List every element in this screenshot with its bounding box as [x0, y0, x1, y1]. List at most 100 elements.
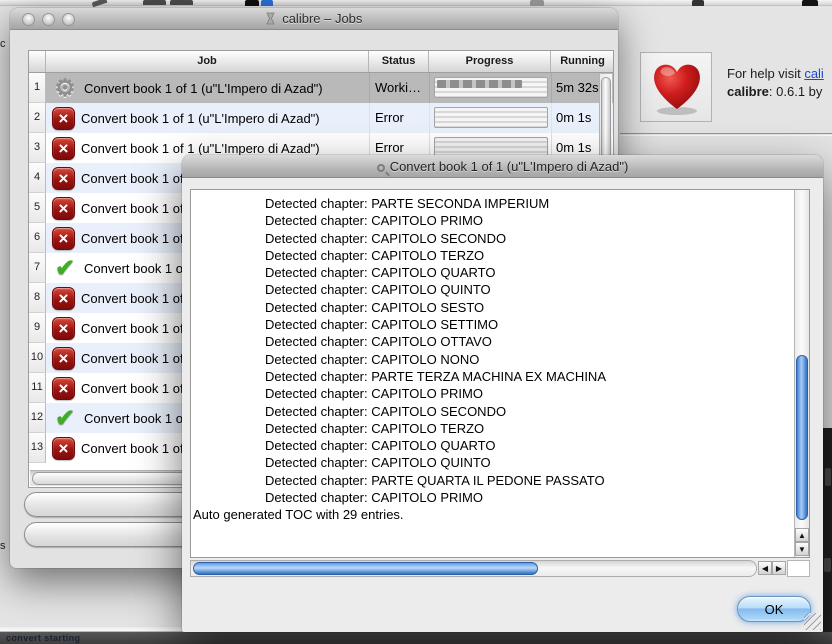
ok-button[interactable]: OK: [737, 596, 811, 622]
log-line: Detected chapter: CAPITOLO TERZO: [265, 420, 485, 436]
jobs-table-header: Job Status Progress Running: [29, 51, 613, 73]
log-line: Detected chapter: PARTE TERZA MACHINA EX…: [265, 368, 606, 384]
occluded-terminal-text: convert starting: [6, 633, 81, 643]
row-number: 1: [29, 73, 46, 103]
job-title-cell: Convert book 1 of 1 (u"L'Impero di Azad"…: [84, 80, 323, 96]
log-line: Detected chapter: CAPITOLO PRIMO: [265, 490, 483, 506]
success-icon: ✔: [54, 254, 76, 282]
success-icon: ✔: [54, 404, 76, 432]
log-line: Detected chapter: CAPITOLO PRIMO: [265, 386, 483, 402]
job-progress-cell: [429, 103, 551, 133]
occluded-text-fragment: s: [0, 540, 6, 552]
conversion-log-area[interactable]: Detected chapter: PARTE SECONDA IMPERIUM…: [190, 189, 810, 558]
job-progress-cell: [429, 73, 551, 103]
convert-log-dialog: Convert book 1 of 1 (u"L'Impero di Azad"…: [182, 155, 823, 632]
table-row[interactable]: 2 × Convert book 1 of 1 (u"L'Impero di A…: [29, 103, 613, 133]
error-icon: ×: [52, 346, 75, 370]
log-line: Detected chapter: CAPITOLO QUARTO: [265, 438, 496, 454]
log-line: Detected chapter: CAPITOLO SETTIMO: [265, 317, 499, 333]
resize-grip[interactable]: [804, 613, 821, 630]
row-number: 3: [29, 133, 46, 163]
header-job[interactable]: Job: [46, 51, 369, 72]
black-icon-fragment: [245, 0, 259, 6]
toolbar-button-fragment: [170, 0, 193, 5]
log-hscroll-thumb[interactable]: [193, 562, 538, 575]
log-line: Auto generated TOC with 29 entries.: [193, 507, 404, 523]
jobs-window-title: calibre – Jobs: [10, 11, 618, 26]
log-vertical-scrollbar[interactable]: ▲ ▼: [794, 190, 809, 557]
row-number: 13: [29, 433, 46, 463]
pen-icon: [91, 0, 108, 8]
magnifier-icon: [376, 164, 385, 172]
blue-icon-fragment: [261, 0, 273, 6]
job-cell: × Convert book 1 of 1 (u"L'Impero di Aza…: [46, 103, 369, 133]
log-line: Detected chapter: CAPITOLO SECONDO: [265, 230, 507, 246]
error-icon: ×: [52, 436, 75, 460]
row-number: 2: [29, 103, 46, 133]
occluded-text-fragment: c: [0, 38, 6, 50]
desktop-bottom-strip: convert starting: [0, 632, 832, 644]
scroll-left-arrow[interactable]: ◀: [758, 561, 772, 575]
job-cell: ⚙ Convert book 1 of 1 (u"L'Impero di Aza…: [46, 73, 369, 103]
help-link[interactable]: cali: [804, 66, 824, 81]
error-icon: ×: [52, 106, 75, 130]
row-number: 7: [29, 253, 46, 283]
log-line: Detected chapter: PARTE QUARTA IL PEDONE…: [265, 472, 605, 488]
row-number: 11: [29, 373, 46, 403]
scrollbar-corner: [787, 560, 810, 577]
job-progress-bar: [434, 107, 548, 128]
row-number: 10: [29, 343, 46, 373]
log-line: Detected chapter: CAPITOLO TERZO: [265, 247, 485, 263]
panel-divider: [620, 133, 832, 136]
error-icon: ×: [52, 286, 75, 310]
dark-icon-fragment: [692, 0, 704, 6]
background-toolbar-strip: [0, 0, 832, 8]
row-number: 8: [29, 283, 46, 313]
help-text: For help visit cali: [727, 66, 824, 81]
app-name: calibre: [727, 84, 769, 99]
scroll-right-arrow[interactable]: ▶: [772, 561, 786, 575]
log-line: Detected chapter: PARTE SECONDA IMPERIUM: [265, 196, 550, 211]
version-text: calibre: 0.6.1 by: [727, 84, 823, 99]
header-progress[interactable]: Progress: [429, 51, 551, 72]
log-horizontal-scrollbar[interactable]: [190, 560, 757, 577]
log-line: Detected chapter: CAPITOLO QUINTO: [265, 455, 491, 471]
log-line: Detected chapter: CAPITOLO SESTO: [265, 299, 485, 315]
log-line: Detected chapter: CAPITOLO NONO: [265, 351, 480, 367]
header-status[interactable]: Status: [369, 51, 429, 72]
row-number: 12: [29, 403, 46, 433]
error-icon: ×: [52, 136, 75, 160]
hourglass-icon: [265, 12, 275, 25]
error-icon: ×: [52, 196, 75, 220]
heart-icon: [654, 64, 700, 115]
job-title-cell: Convert book 1 of 1 (u"L'Impero di Azad"…: [81, 140, 320, 156]
job-status-cell: Worki…: [369, 73, 429, 103]
scroll-down-arrow[interactable]: ▼: [795, 542, 809, 556]
log-line: Detected chapter: CAPITOLO SECONDO: [265, 403, 507, 419]
job-title-cell: Convert book 1 of 1 (u"L'Impero di Azad"…: [81, 110, 320, 126]
dialog-title: Convert book 1 of 1 (u"L'Impero di Azad"…: [182, 159, 823, 174]
table-row[interactable]: 1 ⚙ Convert book 1 of 1 (u"L'Impero di A…: [29, 73, 613, 103]
scroll-up-arrow[interactable]: ▲: [795, 528, 809, 542]
error-icon: ×: [52, 376, 75, 400]
log-line: Detected chapter: CAPITOLO OTTAVO: [265, 334, 492, 350]
log-line: Detected chapter: CAPITOLO QUARTO: [265, 265, 496, 281]
jobs-titlebar[interactable]: calibre – Jobs: [10, 8, 618, 30]
error-icon: ×: [52, 316, 75, 340]
log-lines: Detected chapter: PARTE SECONDA IMPERIUM…: [193, 195, 793, 524]
job-status-cell: Error: [369, 103, 429, 133]
log-line: Detected chapter: CAPITOLO QUINTO: [265, 282, 491, 298]
job-time-cell: 0m 1s: [551, 103, 602, 133]
gear-icon: ⚙: [54, 74, 76, 102]
header-rownum: [29, 51, 46, 72]
dialog-titlebar[interactable]: Convert book 1 of 1 (u"L'Impero di Azad"…: [182, 155, 823, 178]
log-vscroll-thumb[interactable]: [796, 355, 808, 521]
desktop-dark-region: [823, 428, 832, 644]
row-number: 5: [29, 193, 46, 223]
error-icon: ×: [52, 166, 75, 190]
log-line: Detected chapter: CAPITOLO PRIMO: [265, 213, 483, 229]
job-time-cell: 5m 32s: [551, 73, 602, 103]
header-running[interactable]: Running: [551, 51, 613, 72]
donate-heart-button[interactable]: [640, 52, 712, 122]
row-number: 4: [29, 163, 46, 193]
